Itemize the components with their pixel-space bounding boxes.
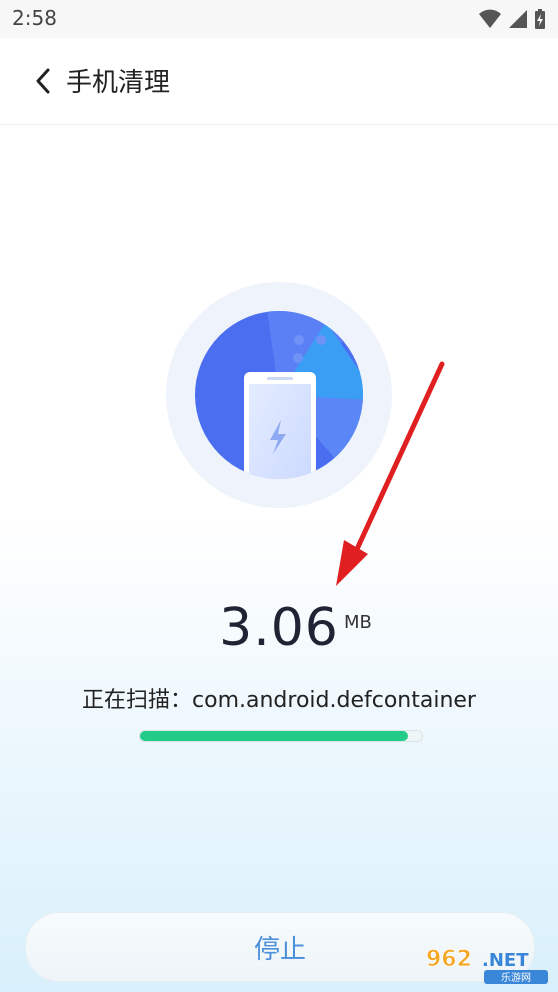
wifi-icon [479,9,501,28]
scan-status-text: 正在扫描：com.android.defcontainer [82,688,476,713]
signal-icon [509,10,527,28]
scan-size-value: 3.06 [219,598,339,658]
status-time: 2:58 [12,6,57,30]
scan-progress-fill [140,731,408,741]
app-header: 手机清理 [0,38,558,125]
svg-text:乐游网: 乐游网 [501,971,531,984]
svg-text:962: 962 [426,947,472,972]
scan-size: 3.06 MB [0,598,558,658]
battery-icon [535,9,545,29]
status-bar: 2:58 [0,0,558,38]
scan-size-unit: MB [344,612,372,633]
watermark-logo: 962 .NET 乐游网 [426,947,548,984]
status-icons [478,8,546,30]
chevron-left-icon [36,68,50,94]
scan-progress-bar [139,730,423,742]
page-title: 手机清理 [66,68,171,98]
svg-text:.NET: .NET [482,950,529,971]
phone-scan-illustration [166,282,392,508]
back-button[interactable] [28,66,58,96]
